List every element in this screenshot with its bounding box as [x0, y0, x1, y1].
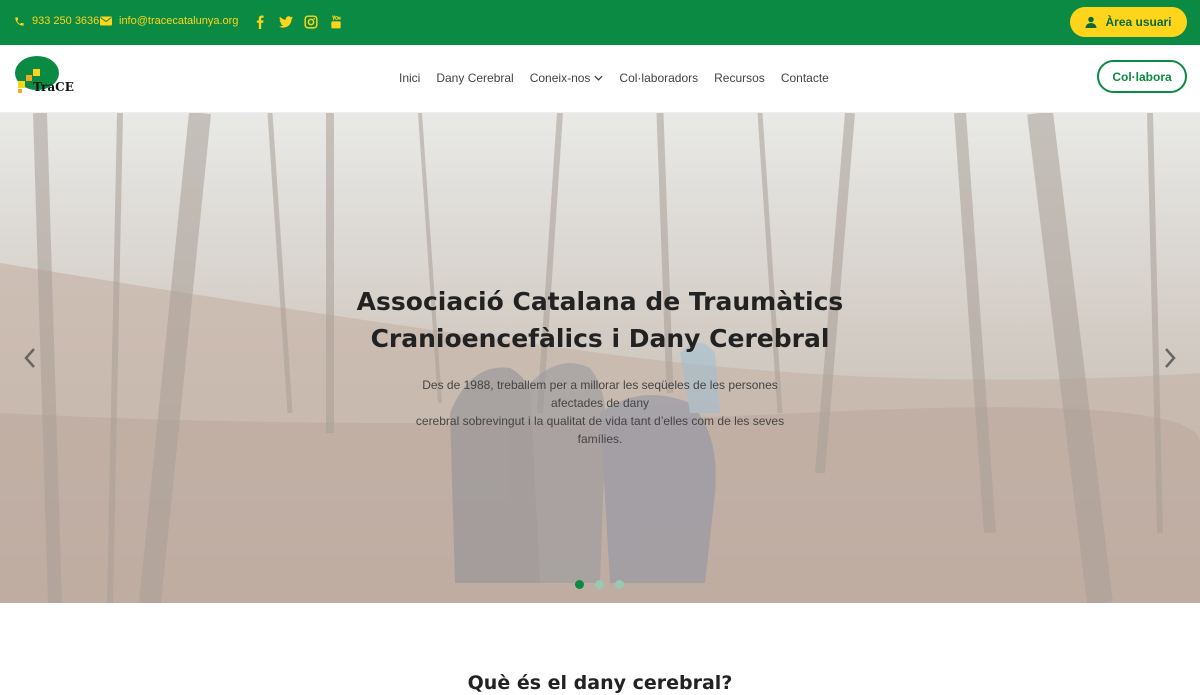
chevron-right-icon [1165, 348, 1176, 368]
nav-item-recursos[interactable]: Recursos [714, 71, 765, 85]
instagram-icon[interactable] [303, 14, 319, 30]
nav-item-col-laboradors[interactable]: Col·laboradors [619, 71, 698, 85]
user-icon [1085, 16, 1097, 28]
user-area-label: Àrea usuari [1105, 15, 1172, 29]
main-nav: Inici Dany Cerebral Coneix-nos Col·labor… [399, 71, 829, 85]
hero-subtitle-line-1: Des de 1988, treballem per a millorar le… [422, 378, 778, 410]
phone-contact[interactable]: 933 250 3636 [14, 15, 99, 27]
envelope-icon [100, 16, 112, 26]
hero-subtitle-line-2: cerebral sobrevingut i la qualitat de vi… [415, 414, 785, 446]
nav-item-contacte[interactable]: Contacte [781, 71, 829, 85]
slider-dot-3[interactable] [615, 580, 624, 589]
hero-title: Associació Catalana de Traumàtics Cranio… [300, 283, 900, 357]
slider-dot-2[interactable] [595, 580, 604, 589]
email-contact[interactable]: info@tracecatalunya.org [100, 15, 238, 27]
top-bar: 933 250 3636 info@tracecatalunya.org Àre… [0, 0, 1200, 45]
slider-prev-arrow[interactable] [20, 345, 40, 371]
hero-overlay [0, 113, 1200, 603]
chevron-left-icon [24, 348, 35, 368]
twitter-icon[interactable] [278, 14, 294, 30]
slider-next-arrow[interactable] [1160, 345, 1180, 371]
section-title: Què és el dany cerebral? [467, 672, 733, 694]
collaborate-button[interactable]: Col·labora [1097, 60, 1187, 93]
slider-pagination [575, 580, 635, 589]
logo-text: TraCE [33, 80, 74, 94]
hero-slider: Associació Catalana de Traumàtics Cranio… [0, 113, 1200, 603]
facebook-icon[interactable] [252, 14, 268, 30]
slider-dot-1[interactable] [575, 580, 584, 589]
nav-item-inici[interactable]: Inici [399, 71, 420, 85]
phone-number: 933 250 3636 [32, 15, 100, 27]
nav-item-coneix-nos[interactable]: Coneix-nos [530, 71, 604, 85]
phone-icon [15, 16, 24, 26]
main-header: TraCE Inici Dany Cerebral Coneix-nos Col… [0, 45, 1200, 113]
hero-title-line-1: Associació Catalana de Traumàtics [356, 287, 844, 316]
nav-item-dany-cerebral[interactable]: Dany Cerebral [436, 71, 513, 85]
hero-title-line-2: Cranioencefàlics i Dany Cerebral [370, 324, 830, 353]
youtube-icon[interactable] [328, 14, 344, 30]
nav-item-label: Coneix-nos [529, 71, 591, 85]
user-area-button[interactable]: Àrea usuari [1070, 7, 1187, 37]
hero-subtitle: Des de 1988, treballem per a millorar le… [395, 376, 805, 448]
trace-logo[interactable]: TraCE [14, 55, 74, 99]
chevron-down-icon [594, 75, 603, 81]
email-address: info@tracecatalunya.org [119, 15, 239, 27]
